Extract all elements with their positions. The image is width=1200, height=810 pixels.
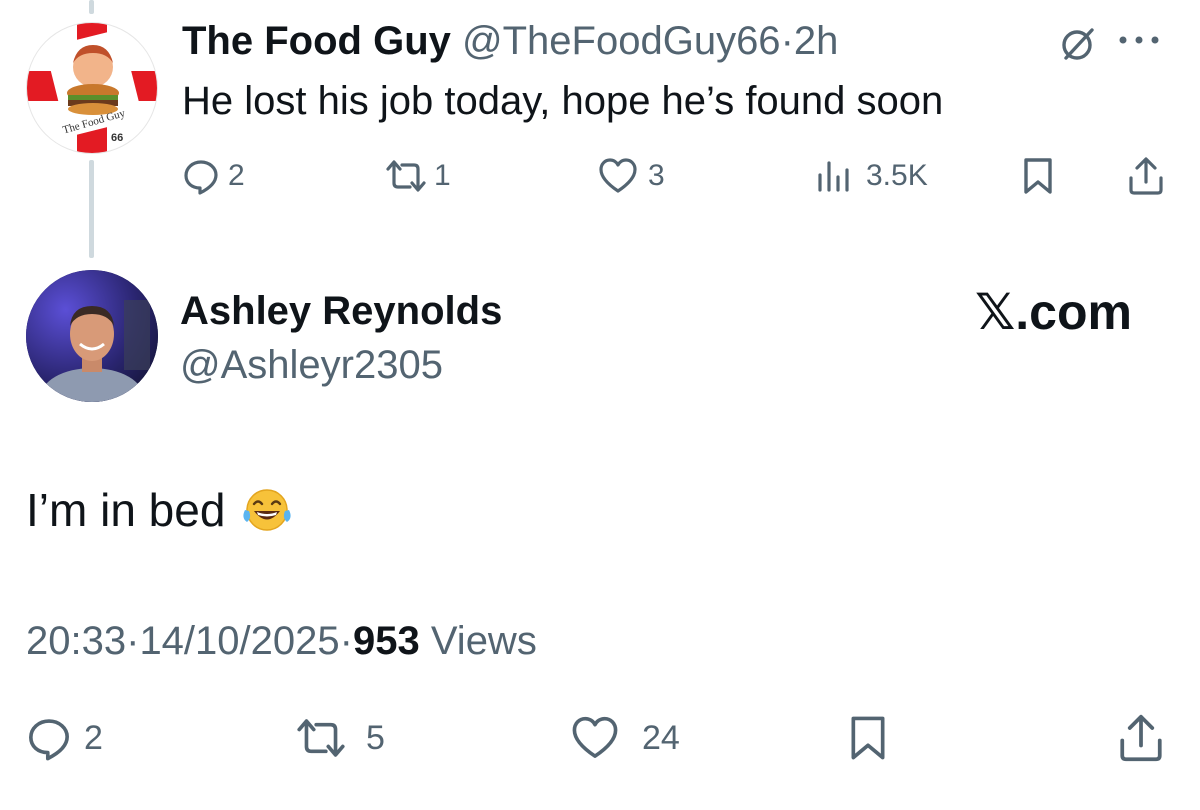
thread-line-connector [89, 160, 94, 258]
parent-separator: · [780, 19, 794, 63]
share-icon [1129, 157, 1163, 195]
grok-icon[interactable] [1058, 24, 1098, 64]
reply-like-count: 24 [642, 718, 680, 757]
reply-handle[interactable]: @Ashleyr2305 [180, 342, 443, 388]
share-icon [1120, 714, 1162, 762]
parent-display-name[interactable]: The Food Guy [182, 19, 451, 63]
reply-meta-separator-2: · [339, 619, 353, 663]
reply-tweet-body: I’m in bed [26, 484, 295, 536]
parent-tweet-text: He lost his job today, hope he’s found s… [182, 79, 944, 123]
parent-repost-button[interactable]: 1 [382, 156, 451, 196]
thread-line-top [89, 0, 94, 14]
parent-like-button[interactable]: 3 [598, 156, 665, 196]
bookmark-icon [1024, 158, 1052, 194]
reply-views-label[interactable]: Views [431, 619, 537, 663]
parent-share-button[interactable] [1126, 156, 1166, 196]
like-icon [572, 716, 618, 758]
food-guy-logo: The Food Guy 66 [27, 23, 157, 153]
parent-reply-button[interactable]: 2 [182, 156, 245, 196]
parent-avatar[interactable]: The Food Guy 66 [26, 22, 158, 154]
reply-repost-count: 5 [366, 718, 385, 757]
parent-handle[interactable]: @TheFoodGuy66 [462, 19, 781, 63]
reply-icon [184, 160, 218, 195]
reply-meta-line: 20:33·14/10/2025·953 Views [26, 618, 537, 664]
svg-text:66: 66 [111, 132, 123, 144]
parent-bookmark-button[interactable] [1020, 156, 1056, 196]
reply-display-name[interactable]: Ashley Reynolds [180, 288, 502, 334]
like-icon [599, 158, 637, 193]
reply-share-button[interactable] [1116, 712, 1166, 764]
reply-meta-separator-1: · [126, 619, 140, 663]
bookmark-icon [851, 716, 885, 760]
reply-icon [29, 719, 69, 761]
x-com-watermark: 𝕏.com [975, 284, 1132, 340]
parent-reply-count: 2 [228, 159, 245, 192]
reply-reply-button[interactable]: 2 [26, 714, 103, 762]
reply-views-count: 953 [352, 619, 420, 663]
reply-repost-button[interactable]: 5 [290, 714, 385, 762]
views-icon [818, 161, 849, 192]
reply-tweet-text: I’m in bed [26, 484, 226, 536]
reply-bookmark-button[interactable] [846, 712, 890, 764]
more-icon[interactable] [1115, 32, 1171, 48]
parent-views-count: 3.5K [866, 159, 928, 192]
reply-time[interactable]: 20:33 [26, 619, 126, 663]
reply-date[interactable]: 14/10/2025 [139, 619, 339, 663]
repost-icon [297, 719, 345, 757]
reply-like-button[interactable]: 24 [570, 714, 680, 762]
repost-icon [386, 160, 426, 192]
parent-time[interactable]: 2h [794, 19, 839, 63]
parent-repost-count: 1 [434, 159, 451, 192]
reply-reply-count: 2 [84, 718, 103, 757]
tears-of-joy-emoji [243, 489, 292, 531]
reply-avatar-photo [26, 270, 158, 402]
reply-avatar[interactable] [26, 270, 158, 402]
parent-like-count: 3 [648, 159, 665, 192]
parent-tweet-header: The Food Guy @TheFoodGuy66·2h [182, 18, 838, 64]
parent-views-button[interactable]: 3.5K [814, 156, 928, 196]
